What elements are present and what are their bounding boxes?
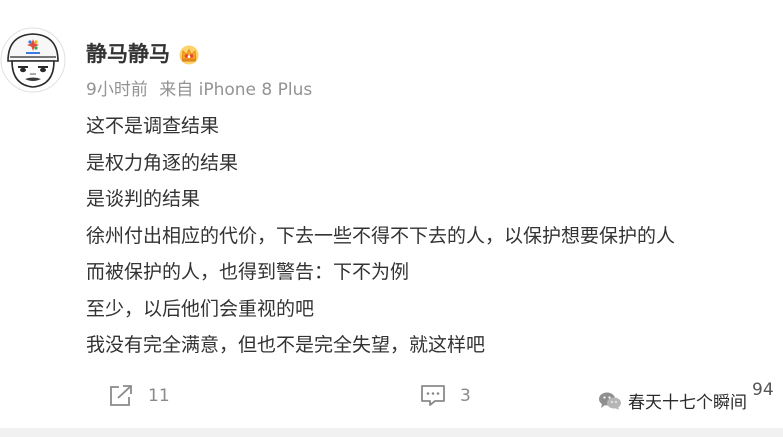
username[interactable]: 静马静马 [86, 40, 170, 68]
content-line: 是谈判的结果 [86, 188, 201, 210]
avatar[interactable] [0, 27, 66, 93]
post-content: 这不是调查结果 是权力角逐的结果 是谈判的结果 徐州付出相应的代价，下去一些不得… [86, 108, 776, 364]
divider [0, 428, 783, 437]
share-count: 11 [148, 386, 170, 406]
meme-face-avatar-icon [0, 27, 66, 93]
weibo-post-card: 静马静马 9小时前 来自 iPhone 8 Plus 这不是调查结果 是权力角逐… [0, 0, 783, 437]
content-line: 而被保护的人，也得到警告：下不为例 [86, 261, 410, 283]
content-line: 这不是调查结果 [86, 115, 220, 137]
share-icon [110, 385, 132, 406]
content-line: 我没有完全满意，但也不是完全失望，就这样吧 [86, 334, 486, 356]
comment-icon [421, 385, 445, 406]
watermark: 春天十七个瞬间 [598, 388, 747, 413]
post-source: 来自 iPhone 8 Plus [159, 80, 313, 100]
comment-count: 3 [460, 386, 471, 406]
watermark-text: 春天十七个瞬间 [628, 393, 747, 413]
content-line: 至少，以后他们会重视的吧 [86, 297, 315, 320]
wechat-icon [599, 392, 621, 410]
crown-icon [178, 44, 200, 65]
share-button[interactable]: 11 [108, 384, 170, 408]
post-meta: 9小时前 来自 iPhone 8 Plus [86, 78, 312, 102]
username-row: 静马静马 [86, 40, 200, 68]
like-count: 94 [752, 380, 774, 400]
post-time[interactable]: 9小时前 [86, 80, 148, 100]
comment-button[interactable]: 3 [420, 384, 471, 408]
content-line: 徐州付出相应的代价，下去一些不得不下去的人，以保护想要保护的人 [86, 224, 676, 247]
content-line: 是权力角逐的结果 [86, 151, 239, 174]
